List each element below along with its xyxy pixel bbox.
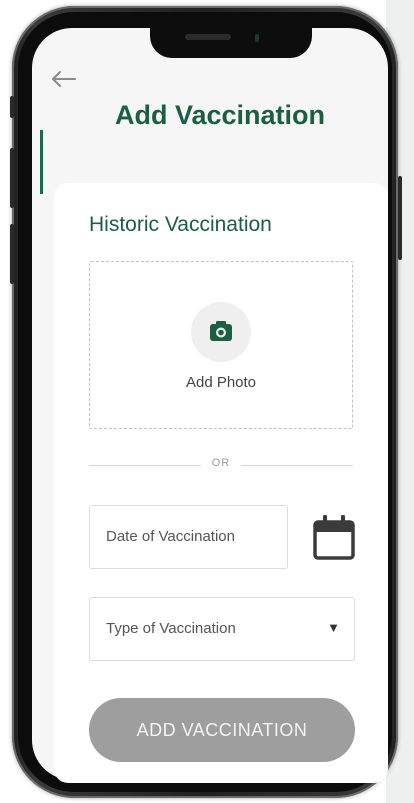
- phone-camera-sensor: [255, 34, 259, 42]
- add-photo-label: Add Photo: [185, 374, 257, 391]
- phone-notch: [150, 18, 312, 58]
- page-title: Add Vaccination: [114, 100, 326, 130]
- or-divider: OR: [89, 457, 353, 473]
- phone-power-button: [398, 176, 402, 260]
- or-text: OR: [211, 457, 231, 469]
- phone-speaker: [185, 34, 231, 40]
- screen-edge-accent: [40, 130, 43, 194]
- type-field-label: Type of Vaccination: [106, 620, 236, 637]
- phone-volume-up-button: [10, 148, 14, 208]
- caret-down-icon: ▼: [327, 620, 340, 635]
- camera-icon: [210, 321, 232, 341]
- add-vaccination-button[interactable]: ADD VACCINATION: [89, 698, 355, 762]
- date-field-label: Date of Vaccination: [106, 528, 235, 545]
- arrow-left-icon: [52, 71, 76, 87]
- calendar-icon[interactable]: [313, 513, 355, 561]
- type-of-vaccination-select[interactable]: Type of Vaccination ▼: [89, 597, 355, 661]
- date-of-vaccination-field[interactable]: Date of Vaccination: [89, 505, 288, 569]
- phone-side-button: [10, 96, 14, 118]
- phone-volume-down-button: [10, 224, 14, 284]
- section-title: Historic Vaccination: [89, 213, 272, 236]
- back-button[interactable]: [50, 70, 80, 92]
